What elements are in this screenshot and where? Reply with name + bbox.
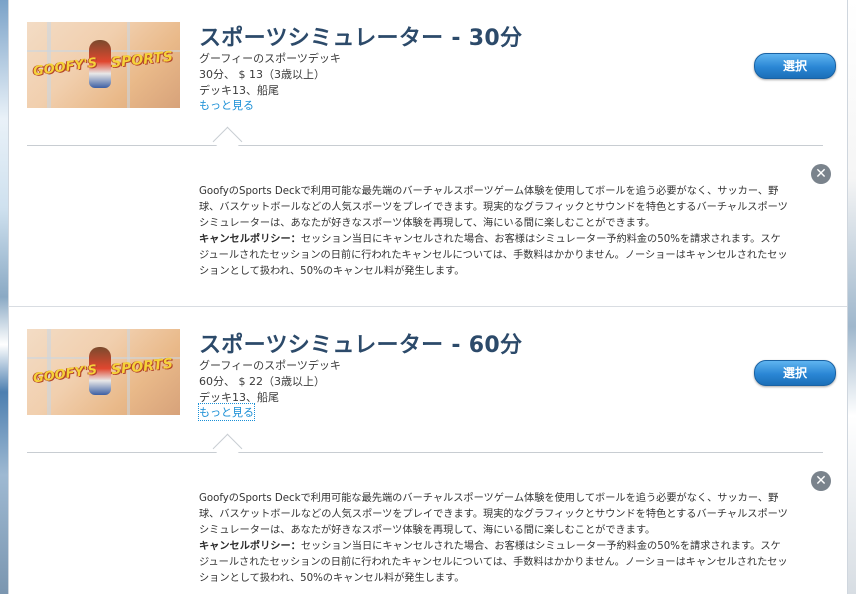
activity-card: GOOFY'S SPORTS スポーツシミュレーター - 60分 グーフィーのス… xyxy=(9,307,847,594)
close-icon[interactable]: ✕ xyxy=(811,471,831,491)
activity-venue: グーフィーのスポーツデッキ xyxy=(199,52,341,65)
activity-thumbnail: GOOFY'S SPORTS xyxy=(27,22,180,108)
more-link[interactable]: もっと見る xyxy=(198,403,255,421)
close-icon[interactable]: ✕ xyxy=(811,164,831,184)
details-divider xyxy=(27,145,823,146)
activity-duration-price: 30分、 $ 13（3歳以上） xyxy=(199,68,325,81)
activity-list-panel: GOOFY'S SPORTS スポーツシミュレーター - 30分 グーフィーのス… xyxy=(8,0,848,594)
activity-description: GoofyのSports Deckで利用可能な最先端のバーチャルスポーツゲーム体… xyxy=(199,184,789,280)
activity-card: GOOFY'S SPORTS スポーツシミュレーター - 30分 グーフィーのス… xyxy=(9,0,847,306)
details-pointer xyxy=(212,126,243,157)
select-button[interactable]: 選択 xyxy=(754,360,836,386)
thumbnail-logo-text: SPORTS xyxy=(110,48,174,72)
activity-description: GoofyのSports Deckで利用可能な最先端のバーチャルスポーツゲーム体… xyxy=(199,491,789,587)
thumbnail-logo-text: SPORTS xyxy=(110,355,174,379)
activity-title: スポーツシミュレーター - 30分 xyxy=(199,26,523,51)
activity-location: デッキ13、船尾 xyxy=(199,84,279,97)
activity-location: デッキ13、船尾 xyxy=(199,391,279,404)
cancel-policy-label: キャンセルポリシー： xyxy=(199,234,301,245)
description-text: GoofyのSports Deckで利用可能な最先端のバーチャルスポーツゲーム体… xyxy=(199,186,788,229)
cancel-policy-label: キャンセルポリシー： xyxy=(199,541,301,552)
activity-duration-price: 60分、 $ 22（3歳以上） xyxy=(199,375,325,388)
details-divider xyxy=(27,452,823,453)
details-pointer xyxy=(212,433,243,464)
select-button[interactable]: 選択 xyxy=(754,53,836,79)
more-link[interactable]: もっと見る xyxy=(199,97,254,113)
activity-venue: グーフィーのスポーツデッキ xyxy=(199,359,341,372)
activity-title: スポーツシミュレーター - 60分 xyxy=(199,333,523,358)
description-text: GoofyのSports Deckで利用可能な最先端のバーチャルスポーツゲーム体… xyxy=(199,493,788,536)
activity-thumbnail: GOOFY'S SPORTS xyxy=(27,329,180,415)
